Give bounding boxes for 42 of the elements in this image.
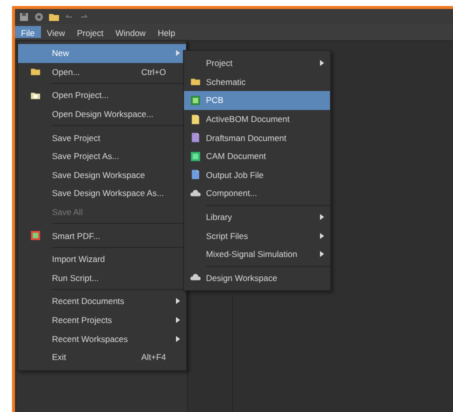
menu-item[interactable]: Output Job File [184, 166, 330, 184]
menu-item[interactable]: Open... Ctrl+O [18, 62, 186, 82]
menu-item[interactable]: Save Design Workspace [18, 166, 186, 184]
menu-item[interactable]: Draftsman Document [184, 128, 330, 147]
menu-item[interactable]: Open Design Workspace... [18, 104, 186, 124]
menu-item[interactable]: Script Files [184, 226, 330, 245]
menu-item[interactable]: CAM Document [184, 146, 330, 166]
menu-tab[interactable]: Project [70, 26, 110, 38]
menu-tab[interactable]: View [40, 26, 71, 38]
menu-item[interactable]: Recent Workspaces [18, 329, 186, 348]
menu-item[interactable]: Open Project... [18, 86, 186, 105]
folder-icon[interactable] [49, 12, 59, 22]
document-icon [190, 114, 200, 125]
menu-item[interactable]: Import Wizard [18, 250, 186, 269]
document-icon [190, 132, 200, 144]
menu-tab[interactable]: Window [109, 26, 152, 38]
menu-item[interactable]: New [18, 44, 186, 63]
menu-tab[interactable]: File [15, 26, 41, 38]
menu-item[interactable]: Design Workspace [184, 268, 330, 288]
menu-item[interactable]: Recent Projects [18, 310, 186, 330]
cloud-icon [190, 188, 200, 199]
menu-item[interactable]: Smart PDF... [18, 226, 186, 245]
menu-item[interactable]: Project [184, 54, 330, 73]
menu-item[interactable]: Recent Documents [18, 292, 186, 311]
menu-item[interactable]: Run Script... [18, 268, 186, 288]
menu-item[interactable]: Save Project As... [18, 146, 186, 166]
menu-tab[interactable]: Help [152, 26, 182, 38]
folder-icon [30, 66, 40, 78]
menu-item[interactable]: PCB [184, 91, 330, 110]
menu-item[interactable]: Component... [184, 184, 330, 203]
save-icon[interactable] [19, 12, 29, 22]
cloud-icon [190, 272, 200, 284]
menu-item[interactable]: ActiveBOM Document [184, 110, 330, 128]
menu-item[interactable]: Schematic [184, 72, 330, 92]
shortcut-label: Alt+F4 [141, 352, 166, 362]
menu-item[interactable]: Exit Alt+F4 [18, 348, 186, 366]
menu-item[interactable]: Library [184, 208, 330, 226]
menu-item[interactable]: Save Project [18, 128, 186, 147]
shortcut-label: Ctrl+O [141, 66, 166, 77]
menu-item[interactable]: Mixed-Signal Simulation [184, 244, 330, 264]
document-icon [190, 169, 200, 180]
menu-item[interactable]: Save Design Workspace As... [18, 184, 186, 203]
